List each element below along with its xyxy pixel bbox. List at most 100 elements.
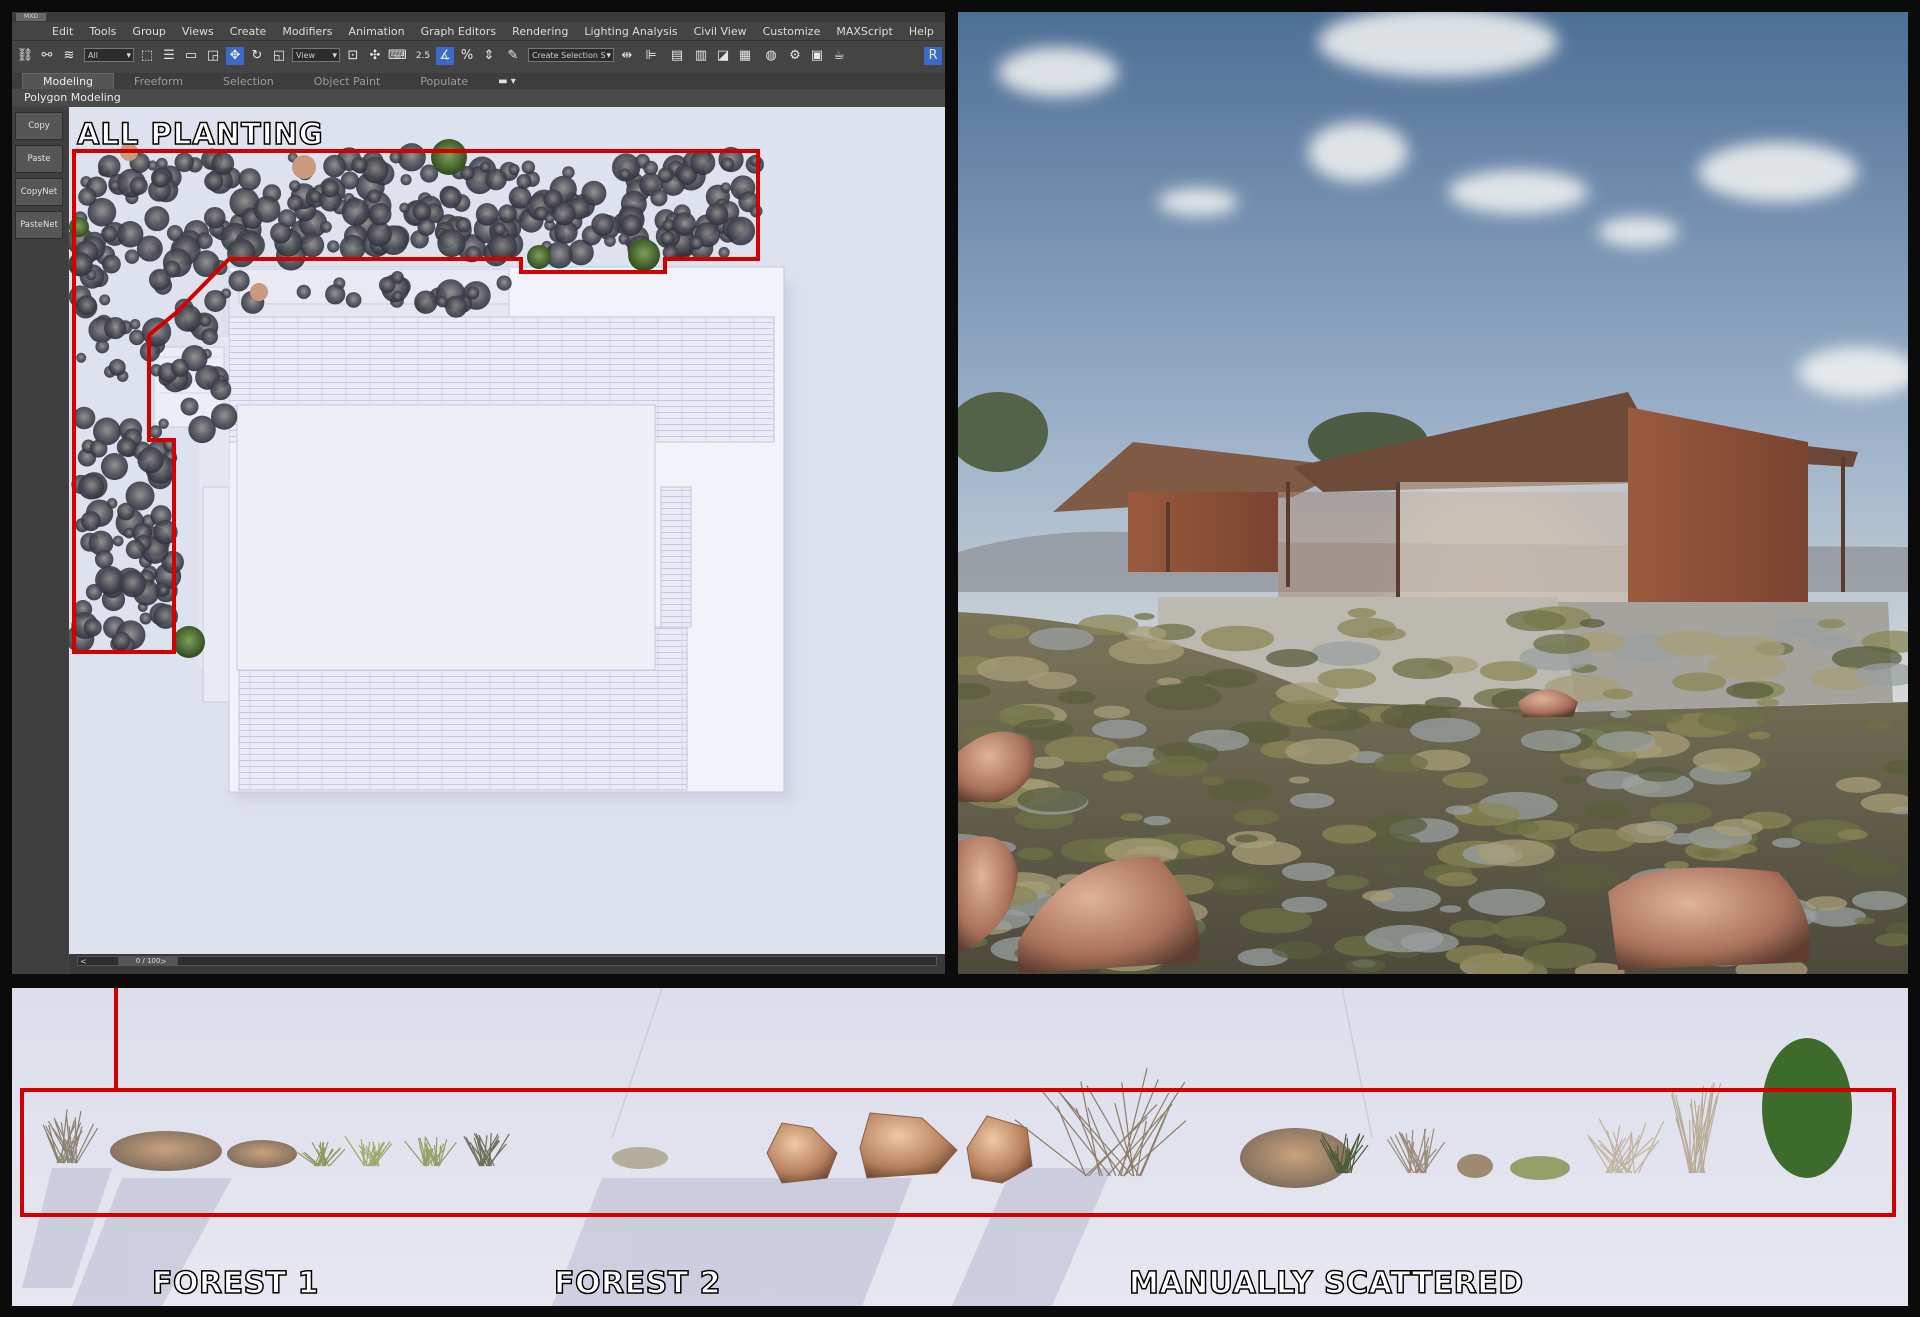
menu-modifiers[interactable]: Modifiers — [274, 25, 340, 38]
material-editor-icon[interactable]: ◍ — [762, 47, 780, 65]
rotate-icon[interactable]: ↻ — [248, 47, 266, 65]
shrub — [1510, 1156, 1570, 1180]
spinner-snap-icon[interactable]: ⇕ — [480, 47, 498, 65]
menu-group[interactable]: Group — [124, 25, 174, 38]
link-icon[interactable]: ⛓ — [16, 47, 34, 65]
manually-scattered-label: MANUALLY SCATTERED — [1128, 1265, 1524, 1302]
prev-frame-arrow[interactable]: < — [80, 957, 87, 967]
pastenet-button[interactable]: PasteNet — [15, 211, 63, 239]
rendered-frame-window-icon[interactable]: ▣ — [808, 47, 826, 65]
tree-canopy — [628, 239, 660, 271]
tab-selection[interactable]: Selection — [203, 75, 294, 88]
timeline-track[interactable]: < 0 / 100 > — [77, 956, 937, 966]
percent-snap-icon[interactable]: % — [458, 47, 476, 65]
align-icon[interactable]: ⊫ — [642, 47, 660, 65]
ribbon-options-icon[interactable]: ▬ ▾ — [498, 76, 516, 87]
select-object-icon[interactable]: ⬚ — [138, 47, 156, 65]
angle-snap-icon[interactable]: ∡ — [436, 47, 454, 65]
shrub — [1587, 1118, 1665, 1174]
unlink-icon[interactable]: ⚯ — [38, 47, 56, 65]
top-viewport[interactable]: ALL PLANTING — [69, 107, 945, 954]
window-crossing-icon[interactable]: ◲ — [204, 47, 222, 65]
script-sidebar: Copy Paste CopyNet PasteNet — [12, 107, 68, 974]
tab-freeform[interactable]: Freeform — [114, 75, 203, 88]
grass-clump — [1014, 1068, 1187, 1177]
edit-named-selections-icon[interactable]: ✎ — [504, 47, 522, 65]
paste-button[interactable]: Paste — [15, 145, 63, 173]
viewport-label: ALL PLANTING — [76, 116, 324, 152]
ribbon-panel: Polygon Modeling — [12, 89, 945, 106]
pivot-icon[interactable]: ⊡ — [344, 47, 362, 65]
house-render — [958, 12, 1908, 974]
menu-views[interactable]: Views — [174, 25, 222, 38]
menu-bar: Edit Tools Group Views Create Modifiers … — [12, 22, 945, 40]
tree — [1762, 1038, 1852, 1178]
tall-grass — [1670, 1082, 1722, 1174]
menu-customize[interactable]: Customize — [755, 25, 829, 38]
copynet-button[interactable]: CopyNet — [15, 178, 63, 206]
layer-manager-icon[interactable]: ▤ — [668, 47, 686, 65]
ribbon-tabs: Modeling Freeform Selection Object Paint… — [12, 73, 945, 89]
next-frame-arrow[interactable]: > — [160, 957, 167, 967]
glazing — [1398, 482, 1628, 602]
grass-tuft — [1386, 1128, 1446, 1174]
rock — [766, 1122, 838, 1184]
tab-object-paint[interactable]: Object Paint — [294, 75, 401, 88]
menu-create[interactable]: Create — [222, 25, 275, 38]
move-icon[interactable]: ✥ — [226, 47, 244, 65]
scene-explorer-icon[interactable]: ▥ — [692, 47, 710, 65]
grass-tuft — [297, 1141, 346, 1167]
frame-slider[interactable]: 0 / 100 — [118, 957, 178, 965]
render-image — [958, 12, 1908, 974]
menu-tools[interactable]: Tools — [81, 25, 124, 38]
selection-region-icon[interactable]: ▭ — [182, 47, 200, 65]
bind-space-warp-icon[interactable]: ≋ — [60, 47, 78, 65]
reference-coordinate-dropdown[interactable]: View — [292, 48, 340, 63]
copy-button[interactable]: Copy — [15, 112, 63, 140]
rock — [1608, 867, 1810, 970]
menu-edit[interactable]: Edit — [12, 25, 81, 38]
render-setup-icon[interactable]: ⚙ — [786, 47, 804, 65]
shrub — [227, 1140, 297, 1168]
selection-filter-dropdown[interactable]: All — [84, 48, 134, 63]
menu-help[interactable]: Help — [901, 25, 942, 38]
rock — [292, 155, 316, 179]
select-by-name-icon[interactable]: ☰ — [160, 47, 178, 65]
shrub — [110, 1131, 222, 1171]
mirror-icon[interactable]: ⇹ — [618, 47, 636, 65]
keyboard-shortcut-icon[interactable]: ⌨ — [388, 47, 407, 65]
scale-icon[interactable]: ◱ — [270, 47, 288, 65]
main-toolbar: ⛓ ⚯ ≋ All ⬚ ☰ ▭ ◲ ✥ ↻ ◱ View ⊡ ✣ ⌨ 2.5 ∡… — [12, 40, 945, 74]
time-slider[interactable]: < 0 / 100 > — [69, 954, 945, 974]
title-bar: MXD — [12, 12, 945, 22]
select-manipulate-icon[interactable]: ✣ — [366, 47, 384, 65]
tree-canopy — [173, 626, 205, 658]
grass-tuft — [404, 1136, 457, 1167]
tab-populate[interactable]: Populate — [400, 75, 488, 88]
menu-animation[interactable]: Animation — [341, 25, 413, 38]
grass-tuft — [463, 1132, 510, 1167]
grass-tuft — [42, 1109, 99, 1164]
named-selection-sets-dropdown[interactable]: Create Selection S — [528, 48, 614, 63]
menu-graph-editors[interactable]: Graph Editors — [413, 25, 505, 38]
curve-editor-icon[interactable]: ◪ — [714, 47, 732, 65]
polygon-modeling-label[interactable]: Polygon Modeling — [12, 89, 945, 106]
rock — [250, 283, 268, 301]
app-logo[interactable]: MXD — [16, 13, 46, 21]
menu-civil-view[interactable]: Civil View — [686, 25, 755, 38]
asset-lineup: FOREST 1 FOREST 2 MANUALLY SCATTERED — [12, 988, 1908, 1306]
render-production-icon[interactable]: ☕ — [830, 47, 848, 65]
site-plan — [69, 107, 945, 954]
lineup-scene — [20, 988, 1896, 1306]
schematic-view-icon[interactable]: ▦ — [736, 47, 754, 65]
menu-maxscript[interactable]: MAXScript — [828, 25, 900, 38]
tab-modeling[interactable]: Modeling — [22, 73, 115, 89]
render-icon[interactable]: R — [924, 47, 942, 65]
shrub — [1457, 1154, 1493, 1178]
forest1-label: FOREST 1 — [151, 1265, 319, 1302]
snaps-toggle-icon[interactable]: 2.5 — [414, 47, 432, 65]
asset-row — [42, 1038, 1852, 1188]
menu-lighting-analysis[interactable]: Lighting Analysis — [576, 25, 685, 38]
menu-rendering[interactable]: Rendering — [504, 25, 576, 38]
tree-canopy — [431, 139, 467, 175]
